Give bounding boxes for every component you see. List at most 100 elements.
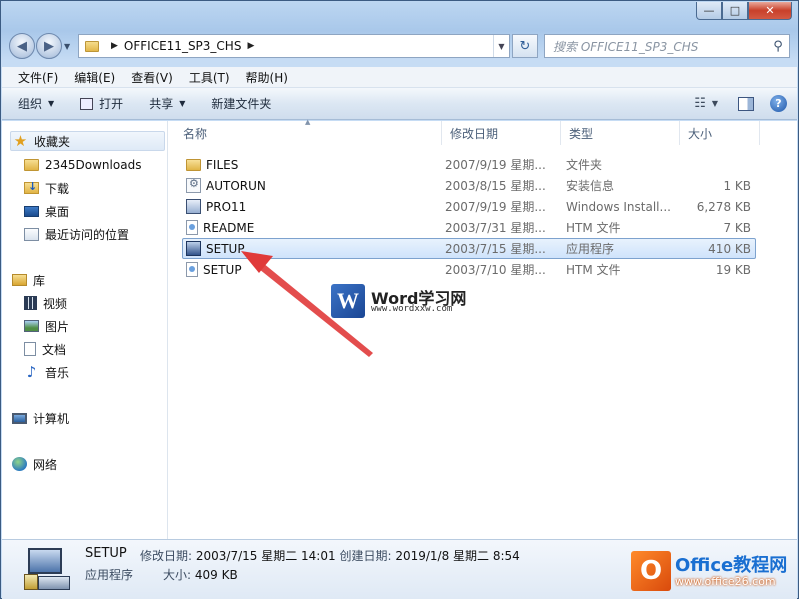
corner-watermark-url: www.office26.com — [675, 575, 776, 588]
new-folder-label: 新建文件夹 — [211, 97, 272, 111]
sidebar-item-label: 下载 — [45, 181, 70, 196]
address-bar[interactable]: ▶ OFFICE11_SP3_CHS ▶ ▼ — [78, 34, 510, 58]
file-row-selected[interactable]: SETUP 2003/7/15 星期... 应用程序 410 KB — [182, 238, 756, 259]
open-icon — [80, 97, 94, 110]
file-rows: FILES 2007/9/19 星期... 文件夹 AUTORUN 2003/8… — [169, 154, 797, 280]
new-folder-button[interactable]: 新建文件夹 — [211, 95, 271, 112]
file-date: 2007/9/19 星期... — [445, 158, 546, 172]
details-size: 大小: 409 KB — [163, 566, 238, 583]
column-header-name[interactable]: ▲ 名称 — [169, 118, 442, 145]
corner-watermark-title: Office教程网 — [675, 555, 788, 576]
sidebar-item-pictures[interactable]: 图片 — [24, 316, 69, 336]
refresh-button[interactable]: ↻ — [512, 34, 538, 58]
folder-icon — [85, 40, 99, 52]
file-row[interactable]: PRO11 2007/9/19 星期... Windows Install...… — [182, 196, 756, 217]
menu-view[interactable]: 查看(V) — [123, 69, 181, 86]
file-row[interactable]: SETUP 2003/7/10 星期... HTM 文件 19 KB — [182, 259, 756, 280]
created-label: 创建日期: — [339, 549, 392, 563]
menu-help[interactable]: 帮助(H) — [238, 69, 296, 86]
folder-icon — [186, 158, 201, 171]
forward-button[interactable]: ▶ — [36, 33, 62, 59]
sidebar-item-desktop[interactable]: 桌面 — [24, 201, 69, 221]
share-button[interactable]: 共享 ▼ — [149, 95, 185, 112]
column-headers: ▲ 名称 修改日期 类型 大小 — [169, 118, 797, 145]
column-header-date[interactable]: 修改日期 — [442, 121, 561, 145]
sidebar-item-computer[interactable]: 计算机 — [12, 408, 69, 428]
breadcrumb-separator-icon[interactable]: ▶ — [111, 41, 118, 51]
address-dropdown-icon[interactable]: ▼ — [493, 35, 509, 57]
column-header-label: 大小 — [688, 126, 713, 141]
column-header-size[interactable]: 大小 — [680, 121, 760, 145]
file-size: 19 KB — [715, 262, 751, 277]
file-row[interactable]: README 2003/7/31 星期... HTM 文件 7 KB — [182, 217, 756, 238]
sidebar-item-label: 视频 — [43, 296, 68, 311]
file-type: 安装信息 — [566, 179, 615, 193]
video-icon — [24, 296, 37, 310]
file-type: Windows Install... — [566, 199, 671, 214]
sidebar-item-music[interactable]: ♪ 音乐 — [24, 362, 69, 382]
music-icon: ♪ — [26, 363, 37, 381]
file-row[interactable]: FILES 2007/9/19 星期... 文件夹 — [182, 154, 756, 175]
installer-icon — [186, 199, 201, 214]
sidebar-item-favorites[interactable]: ★ 收藏夹 — [10, 131, 165, 151]
office-logo-icon: O — [631, 551, 671, 591]
file-name: SETUP — [206, 241, 245, 256]
computer-icon — [12, 412, 27, 424]
view-options-dropdown-icon[interactable]: ▼ — [712, 99, 718, 108]
downloads-icon — [24, 180, 39, 194]
menu-file[interactable]: 文件(F) — [10, 69, 66, 86]
breadcrumb-item[interactable]: OFFICE11_SP3_CHS — [124, 39, 242, 53]
breadcrumb-separator-icon[interactable]: ▶ — [247, 41, 254, 51]
sidebar-item-label: 2345Downloads — [45, 158, 142, 172]
sidebar-item-recent-places[interactable]: 最近访问的位置 — [24, 224, 129, 244]
sidebar-item-network[interactable]: 网络 — [12, 454, 57, 474]
explorer-window: — □ ✕ ◀ ▶ ▼ ▶ OFFICE11_SP3_CHS ▶ ▼ ↻ 搜索 … — [0, 0, 799, 599]
sidebar-item-libraries[interactable]: 库 — [12, 270, 45, 290]
created-value: 2019/1/8 星期二 8:54 — [395, 549, 520, 563]
details-dates: 修改日期: 2003/7/15 星期二 14:01 创建日期: 2019/1/8… — [140, 547, 520, 564]
close-button[interactable]: ✕ — [748, 2, 792, 20]
sidebar-item-label: 库 — [33, 273, 46, 288]
column-header-type[interactable]: 类型 — [561, 121, 680, 145]
change-view-icon[interactable]: ☷ — [694, 96, 706, 111]
open-button[interactable]: 打开 — [80, 95, 123, 112]
column-header-label: 名称 — [183, 126, 208, 141]
file-size: 6,278 KB — [696, 199, 751, 214]
folder-icon — [24, 159, 39, 171]
sidebar-item-documents[interactable]: 文档 — [24, 339, 66, 359]
file-name: SETUP — [203, 262, 242, 277]
open-label: 打开 — [99, 97, 124, 111]
column-header-label: 修改日期 — [450, 126, 499, 141]
navigation-pane: ★ 收藏夹 2345Downloads 下载 桌面 最近访问的位置 库 — [2, 121, 168, 539]
network-icon — [12, 457, 27, 471]
search-icon[interactable]: ⚲ — [767, 39, 789, 54]
menu-tools[interactable]: 工具(T) — [181, 69, 238, 86]
file-date: 2003/7/10 星期... — [445, 263, 546, 277]
modified-value: 2003/7/15 星期二 14:01 — [195, 549, 336, 563]
command-bar: 组织 ▼ 打开 共享 ▼ 新建文件夹 ☷ ▼ ? — [2, 88, 797, 120]
menu-edit[interactable]: 编辑(E) — [66, 69, 123, 86]
address-row: ◀ ▶ ▼ ▶ OFFICE11_SP3_CHS ▶ ▼ ↻ 搜索 OFFICE… — [9, 31, 790, 61]
size-label: 大小: — [163, 568, 192, 582]
setup-info-icon — [186, 177, 201, 193]
minimize-button[interactable]: — — [696, 2, 722, 20]
recent-pages-dropdown[interactable]: ▼ — [64, 42, 74, 51]
file-name: PRO11 — [206, 199, 247, 214]
sidebar-item-downloads[interactable]: 下载 — [24, 178, 69, 198]
documents-icon — [24, 342, 36, 356]
file-type: HTM 文件 — [566, 263, 621, 277]
watermark-logo: W — [331, 284, 365, 318]
preview-pane-icon[interactable] — [738, 96, 754, 111]
search-input[interactable]: 搜索 OFFICE11_SP3_CHS ⚲ — [544, 34, 790, 58]
sidebar-item-2345downloads[interactable]: 2345Downloads — [24, 155, 141, 175]
caption-buttons: — □ ✕ — [696, 2, 792, 20]
back-button[interactable]: ◀ — [9, 33, 35, 59]
chevron-down-icon: ▼ — [179, 99, 186, 108]
maximize-button[interactable]: □ — [722, 2, 748, 20]
sidebar-item-label: 网络 — [33, 457, 58, 472]
help-icon[interactable]: ? — [770, 95, 787, 112]
file-row[interactable]: AUTORUN 2003/8/15 星期... 安装信息 1 KB — [182, 175, 756, 196]
sidebar-item-videos[interactable]: 视频 — [24, 293, 67, 313]
organize-button[interactable]: 组织 ▼ — [18, 95, 54, 112]
htm-file-icon — [186, 220, 198, 235]
